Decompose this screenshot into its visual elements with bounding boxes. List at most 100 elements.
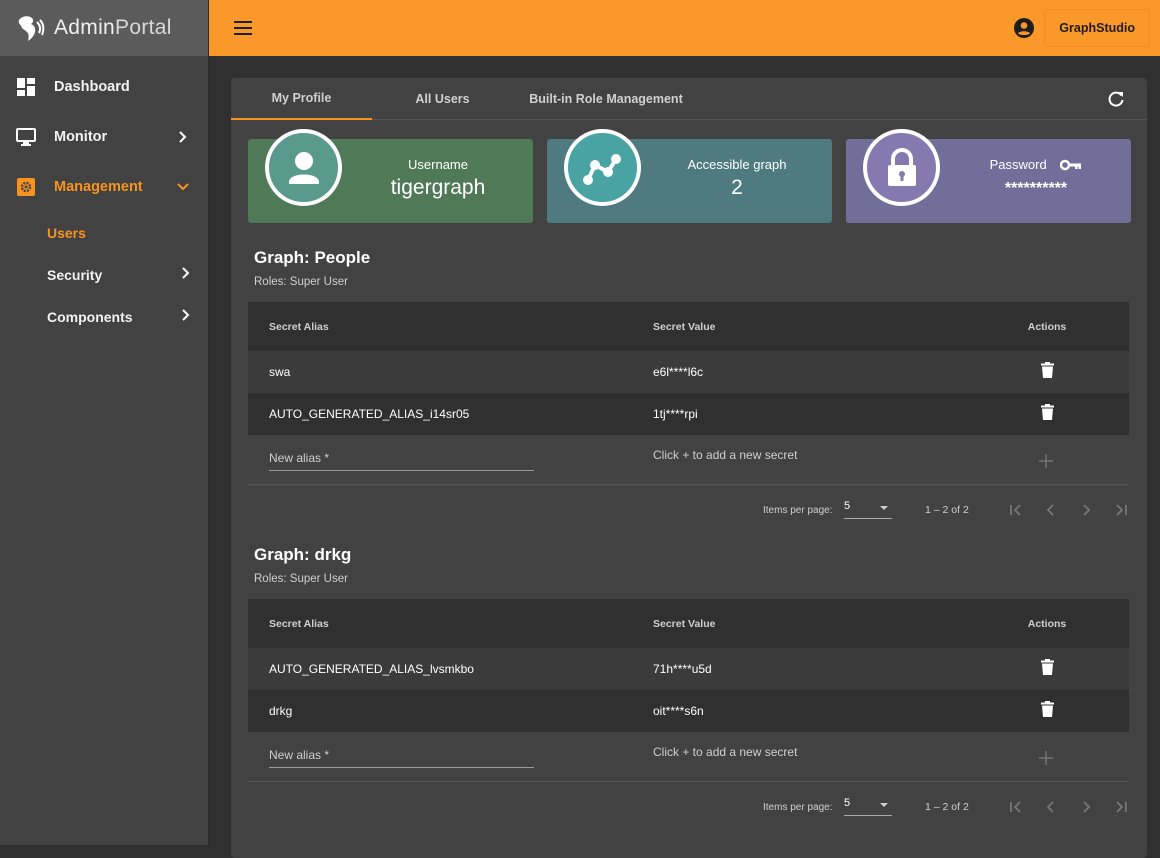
management-gear-icon xyxy=(16,177,36,197)
graph-section-people: Graph: People Roles: Super User Secret A… xyxy=(248,248,1129,535)
table-row: swa e6l****l6c xyxy=(248,351,1129,393)
sidebar-item-label: Management xyxy=(54,179,143,195)
sidebar-subitem-security[interactable]: Security xyxy=(0,254,208,296)
sidebar-item-dashboard[interactable]: Dashboard xyxy=(0,62,208,112)
column-header-secret-value: Secret Value xyxy=(653,617,716,630)
secret-alias: AUTO_GENERATED_ALIAS_i14sr05 xyxy=(269,407,470,421)
new-alias-input[interactable] xyxy=(269,449,534,471)
first-page-button[interactable] xyxy=(1007,798,1025,816)
paginator: Items per page: 5 1 – 2 of 2 xyxy=(248,485,1129,535)
sidebar-item-label: Components xyxy=(47,309,133,325)
account-circle-icon[interactable] xyxy=(1013,17,1035,39)
sidebar-subitem-users[interactable]: Users xyxy=(0,212,208,254)
items-per-page-value: 5 xyxy=(844,500,851,512)
trash-icon xyxy=(1040,700,1054,717)
first-page-button[interactable] xyxy=(1007,501,1025,519)
secret-value: 71h****u5d xyxy=(653,662,712,676)
users-card: My Profile All Users Built-in Role Manag… xyxy=(231,78,1147,858)
next-page-button[interactable] xyxy=(1077,501,1095,519)
password-card: Password ********** xyxy=(846,129,1131,223)
previous-page-button[interactable] xyxy=(1042,798,1060,816)
trash-icon xyxy=(1040,658,1054,675)
table-row: AUTO_GENERATED_ALIAS_lvsmkbo 71h****u5d xyxy=(248,648,1129,690)
items-per-page-label: Items per page: xyxy=(763,801,833,813)
sidebar-item-management[interactable]: Management xyxy=(0,162,208,212)
tab-bar: My Profile All Users Built-in Role Manag… xyxy=(231,78,1147,120)
password-label: Password xyxy=(941,157,1131,172)
scrollbar-track xyxy=(1149,56,1160,845)
tab-my-profile[interactable]: My Profile xyxy=(231,78,372,120)
page-range: 1 – 2 of 2 xyxy=(925,801,969,813)
column-header-secret-alias: Secret Alias xyxy=(269,617,329,630)
profile-stats: Username tigergraph Accessible graph 2 P… xyxy=(248,129,1131,223)
secrets-table: Secret Alias Secret Value Actions swa e6… xyxy=(248,302,1129,535)
graph-roles: Roles: Super User xyxy=(254,573,348,585)
refresh-icon[interactable] xyxy=(1107,90,1125,108)
accessible-graph-value: 2 xyxy=(731,176,743,199)
column-header-secret-value: Secret Value xyxy=(653,320,716,333)
dropdown-arrow-icon xyxy=(880,506,888,510)
username-value: tigergraph xyxy=(390,176,486,199)
graph-section-drkg: Graph: drkg Roles: Super User Secret Ali… xyxy=(248,545,1129,832)
graph-title: Graph: drkg xyxy=(254,545,352,564)
hamburger-icon[interactable] xyxy=(232,20,254,36)
next-page-button[interactable] xyxy=(1077,798,1095,816)
graphstudio-button[interactable]: GraphStudio xyxy=(1044,9,1150,47)
sidebar-item-label: Monitor xyxy=(54,129,108,145)
sidebar-item-label: Security xyxy=(47,267,103,283)
user-icon xyxy=(265,129,342,206)
accessible-graph-card: Accessible graph 2 xyxy=(547,129,832,223)
secrets-table: Secret Alias Secret Value Actions AUTO_G… xyxy=(248,599,1129,832)
secret-alias: swa xyxy=(269,365,291,379)
password-value: ********** xyxy=(1004,180,1068,197)
column-header-actions: Actions xyxy=(1027,320,1067,333)
chevron-right-icon xyxy=(182,266,190,284)
secret-value: 1tj****rpi xyxy=(653,407,698,421)
items-per-page-label: Items per page: xyxy=(763,504,833,516)
tab-built-in-role-management[interactable]: Built-in Role Management xyxy=(513,78,699,120)
table-header: Secret Alias Secret Value Actions xyxy=(248,302,1129,351)
graph-icon xyxy=(564,129,641,206)
tab-all-users[interactable]: All Users xyxy=(372,78,513,120)
last-page-button[interactable] xyxy=(1112,501,1130,519)
secret-alias: AUTO_GENERATED_ALIAS_lvsmkbo xyxy=(269,662,474,676)
new-secret-row: Click + to add a new secret xyxy=(248,732,1129,782)
delete-button[interactable] xyxy=(1022,700,1072,722)
logo[interactable]: AdminPortal xyxy=(0,0,208,56)
delete-button[interactable] xyxy=(1022,403,1072,425)
secret-value: oit****s6n xyxy=(653,704,704,718)
tiger-icon xyxy=(18,16,45,41)
username-card: Username tigergraph xyxy=(248,129,533,223)
items-per-page-select[interactable]: 5 xyxy=(844,499,892,519)
sidebar-item-monitor[interactable]: Monitor xyxy=(0,112,208,162)
sidebar-item-label: Dashboard xyxy=(54,79,130,95)
lock-icon xyxy=(863,129,940,206)
sidebar-item-label: Users xyxy=(47,225,86,241)
delete-button[interactable] xyxy=(1022,658,1072,680)
new-alias-input[interactable] xyxy=(269,746,534,768)
sidebar-subitem-components[interactable]: Components xyxy=(0,296,208,338)
secret-alias: drkg xyxy=(269,704,293,718)
app-title: AdminPortal xyxy=(54,16,172,39)
add-secret-button[interactable] xyxy=(1038,453,1054,469)
add-secret-button[interactable] xyxy=(1038,750,1054,766)
column-header-secret-alias: Secret Alias xyxy=(269,320,329,333)
last-page-button[interactable] xyxy=(1112,798,1130,816)
top-bar: GraphStudio xyxy=(209,0,1160,56)
sidebar-nav: Dashboard Monitor Management Users Secur… xyxy=(0,56,208,338)
delete-button[interactable] xyxy=(1022,361,1072,383)
table-row: drkg oit****s6n xyxy=(248,690,1129,732)
add-secret-hint: Click + to add a new secret xyxy=(653,745,798,759)
items-per-page-value: 5 xyxy=(844,797,851,809)
items-per-page-select[interactable]: 5 xyxy=(844,796,892,816)
chevron-right-icon xyxy=(182,308,190,326)
dropdown-arrow-icon xyxy=(880,803,888,807)
previous-page-button[interactable] xyxy=(1042,501,1060,519)
table-header: Secret Alias Secret Value Actions xyxy=(248,599,1129,648)
key-icon[interactable] xyxy=(1060,159,1082,171)
secret-value: e6l****l6c xyxy=(653,365,704,379)
trash-icon xyxy=(1040,403,1054,420)
sidebar: AdminPortal Dashboard Monitor Management… xyxy=(0,0,209,845)
monitor-icon xyxy=(16,127,36,147)
username-label: Username xyxy=(408,157,468,172)
